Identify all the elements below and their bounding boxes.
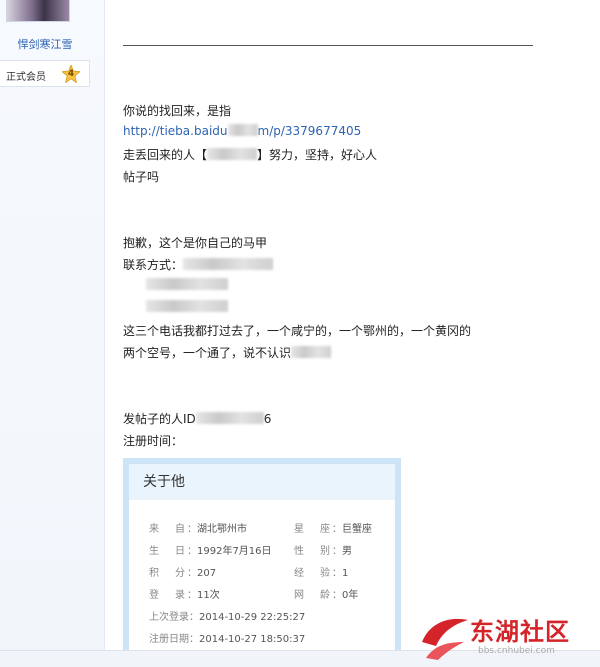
watermark-brand: 东湖社区 — [470, 618, 570, 646]
redacted-blur — [146, 278, 228, 290]
redacted-phone — [146, 300, 228, 314]
info-age: 网龄 ：0年 — [294, 586, 358, 601]
redacted-phone — [146, 278, 228, 292]
watermark-url: bbs.cnhubei.com — [478, 646, 555, 656]
about-panel: 关于他 来自 ：湖北鄂州市 星座 ：巨蟹座 生日 ：1992年7月16日 性别 ：男 积… — [123, 458, 401, 667]
info-value: 0年 — [342, 590, 359, 601]
info-exp: 经验 ：1 — [294, 564, 348, 579]
info-label: 生日 — [149, 546, 185, 557]
level-star-icon: 4 — [62, 65, 80, 83]
info-label: 经验 — [294, 568, 330, 579]
post-line: 注册时间： — [123, 434, 184, 448]
info-value: 1992年7月16日 — [197, 546, 272, 557]
separator-line — [123, 45, 533, 46]
info-reg-date: 注册日期：2014-10-27 18:50:37 — [149, 630, 305, 645]
post-link-prefix: http://tieba.baidu — [123, 124, 228, 138]
user-sidebar: 悍剑寒江雪 正式会员 4 — [0, 0, 105, 667]
info-login: 登录 ：11次 — [149, 586, 220, 601]
info-from: 来自 ：湖北鄂州市 — [149, 520, 247, 535]
post-text: 走丢回来的人【 — [123, 148, 208, 162]
info-birth: 生日 ：1992年7月16日 — [149, 542, 272, 557]
info-value: 2014-10-29 22:25:27 — [199, 612, 306, 623]
info-label: 注册日期： — [149, 634, 199, 645]
post-line: 发帖子的人ID 6 — [123, 410, 271, 427]
post-text: 6 — [263, 412, 272, 426]
info-label: 性别 — [294, 546, 330, 557]
post-line: 抱歉，这个是你自己的马甲 — [123, 236, 268, 250]
info-last-login: 上次登录：2014-10-29 22:25:27 — [149, 608, 305, 623]
info-sex: 性别 ：男 — [294, 542, 352, 557]
avatar[interactable] — [6, 0, 70, 22]
post-line: 走丢回来的人【 】努力，坚持，好心人 — [123, 146, 377, 163]
post-text: 两个空号，一个通了，说不认识 — [123, 346, 292, 360]
member-rank: 正式会员 4 — [0, 60, 90, 87]
redacted-blur — [183, 258, 274, 270]
info-label: 星座 — [294, 524, 330, 535]
redacted-blur — [227, 124, 258, 136]
post-link-suffix: m/p/3379677405 — [257, 124, 362, 138]
post-text: 】努力，坚持，好心人 — [257, 148, 378, 162]
post-line: 这三个电话我都打过去了，一个咸宁的，一个鄂州的，一个黄冈的 — [123, 324, 472, 338]
info-value: 巨蟹座 — [342, 524, 372, 535]
info-label: 上次登录： — [149, 612, 199, 623]
post-text: 联系方式： — [123, 258, 184, 272]
info-star: 星座 ：巨蟹座 — [294, 520, 372, 535]
info-label: 登录 — [149, 590, 185, 601]
redacted-blur — [195, 412, 264, 424]
username-link[interactable]: 悍剑寒江雪 — [0, 36, 90, 52]
info-label: 积分 — [149, 568, 185, 579]
level-number: 4 — [67, 69, 75, 79]
post-text: 发帖子的人ID — [123, 412, 196, 426]
info-value: 1 — [342, 568, 349, 579]
post-line: 帖子吗 — [123, 170, 160, 184]
info-value: 207 — [197, 568, 217, 579]
post-line: 两个空号，一个通了，说不认识 — [123, 344, 332, 361]
info-value: 11次 — [197, 590, 220, 601]
brand-logo-icon — [422, 618, 468, 660]
post-link[interactable]: http://tieba.baidu m/p/3379677405 — [123, 124, 361, 138]
redacted-blur — [291, 346, 332, 358]
about-title: 关于他 — [129, 464, 395, 500]
info-value: 男 — [342, 546, 352, 557]
post-line: 联系方式： — [123, 256, 274, 273]
info-label: 来自 — [149, 524, 185, 535]
info-value: 2014-10-27 18:50:37 — [199, 634, 306, 645]
redacted-blur — [207, 148, 258, 160]
member-label: 正式会员 — [6, 72, 46, 83]
site-watermark: 东湖社区 bbs.cnhubei.com — [420, 610, 600, 667]
post-line: 你说的找回来，是指 — [123, 104, 232, 118]
info-points: 积分 ：207 — [149, 564, 216, 579]
info-label: 网龄 — [294, 590, 330, 601]
info-value: 湖北鄂州市 — [197, 524, 247, 535]
redacted-blur — [146, 300, 228, 312]
